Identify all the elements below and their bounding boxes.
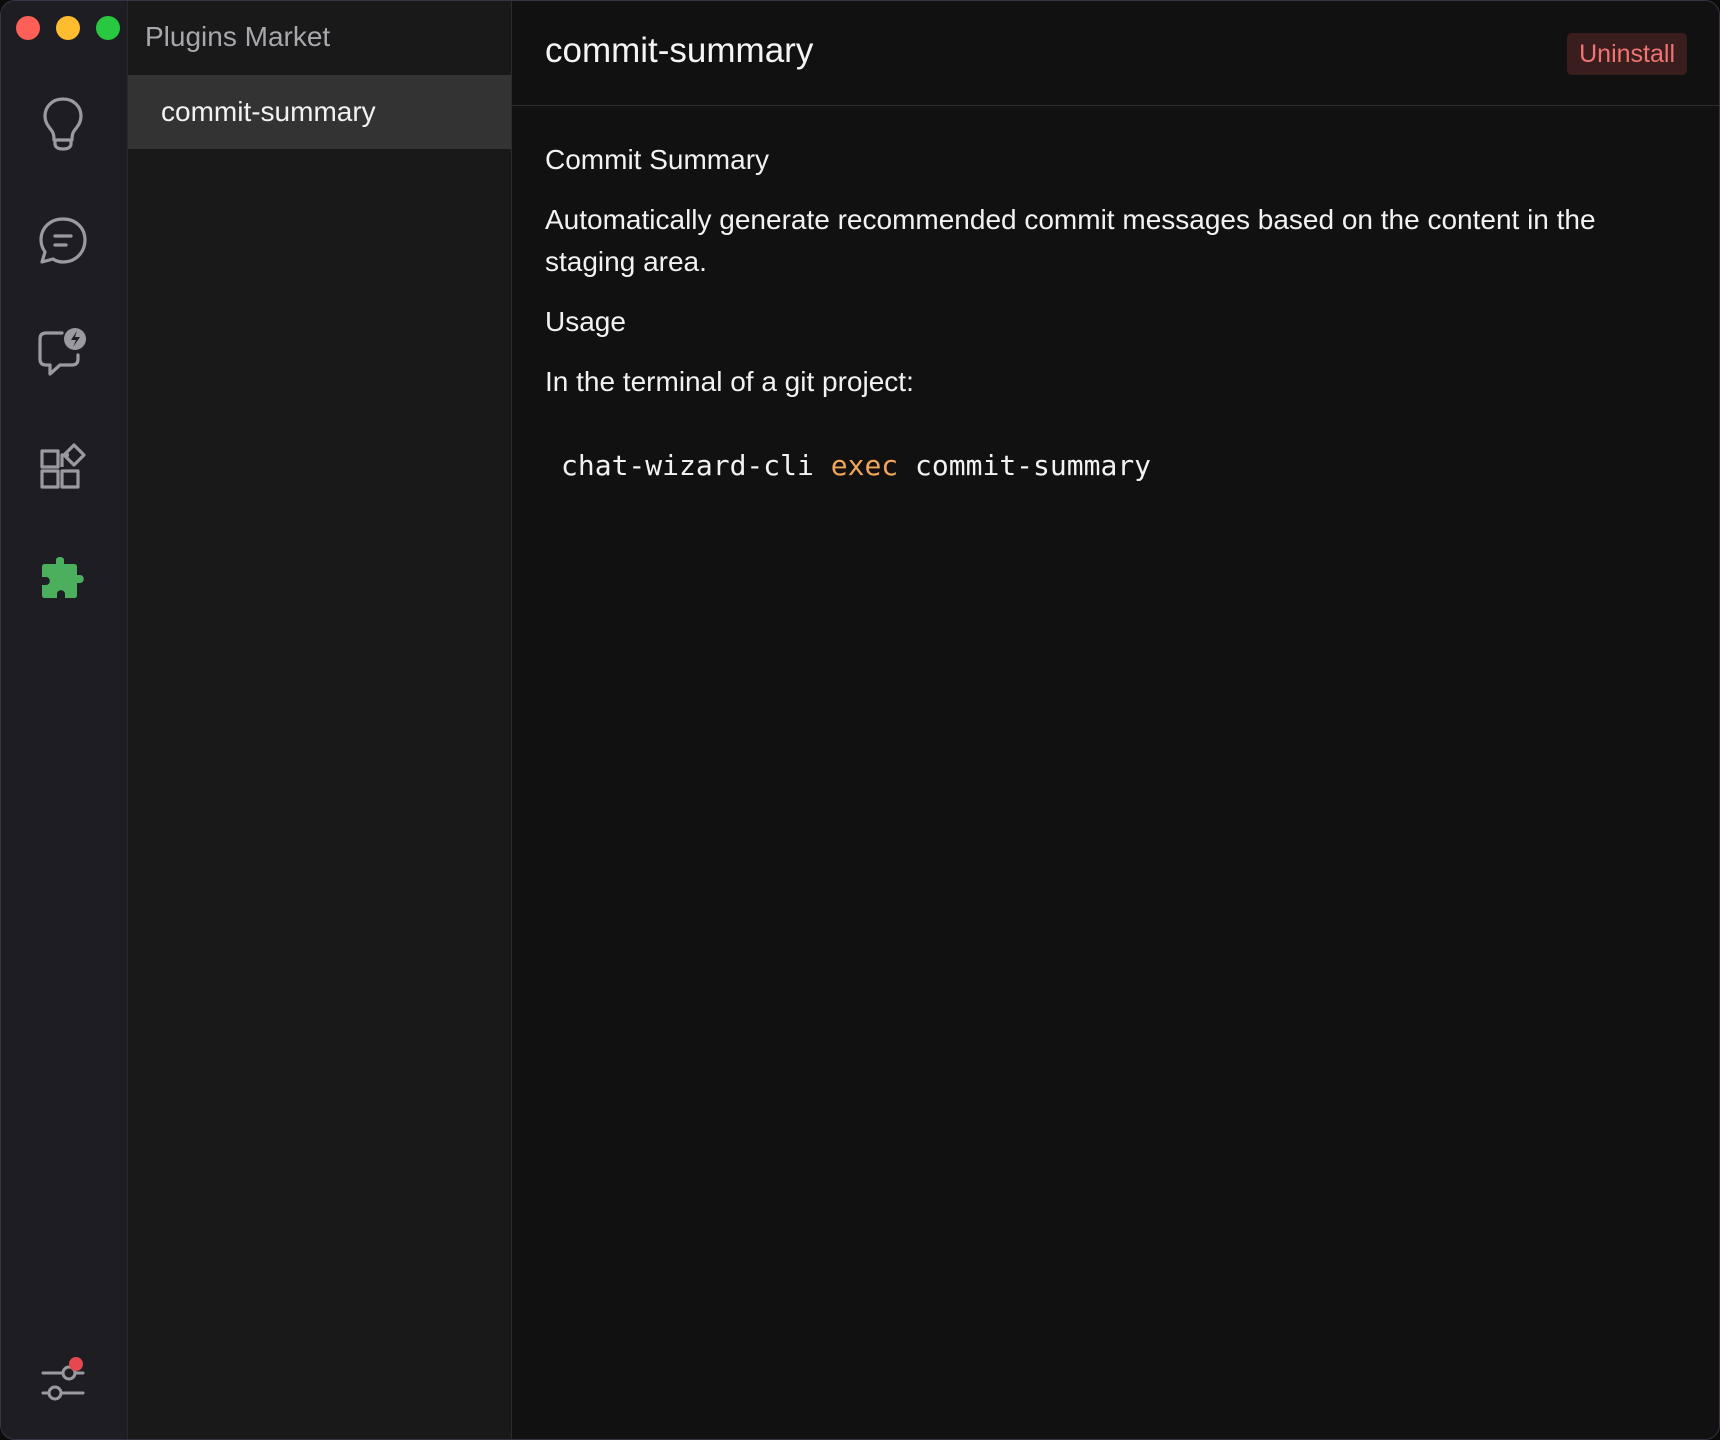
plugin-readme: Commit Summary Automatically generate re… [545,141,1679,482]
plugin-detail-header: commit-summary Uninstall [512,1,1719,106]
lightbulb-icon [40,96,86,152]
chat-bubble-icon [37,215,89,267]
readme-description: Automatically generate recommended commi… [545,204,1596,277]
widgets-icon [38,441,88,491]
chat-bolt-icon [36,325,90,379]
zoom-window-button[interactable] [96,16,120,40]
readme-heading: Commit Summary [545,144,770,175]
puzzle-icon [38,554,88,604]
close-window-button[interactable] [16,16,40,40]
code-argument: commit-summary [915,449,1152,482]
app-window: Plugins Market commit-summary commit-sum… [1,1,1719,1439]
activity-widgets-button[interactable] [34,437,92,495]
uninstall-button[interactable]: Uninstall [1567,33,1687,75]
settings-sliders-icon [39,1357,87,1404]
usage-code-block: chat-wizard-cli exec commit-summary [545,449,1679,482]
plugins-panel: Plugins Market commit-summary [128,1,512,1439]
plugin-list-item-commit-summary[interactable]: commit-summary [128,75,511,149]
usage-heading: Usage [545,306,626,337]
activity-plugins-button[interactable] [34,550,92,608]
activity-ideas-button[interactable] [34,95,92,153]
notification-badge [69,1357,83,1371]
plugin-title: commit-summary [545,31,814,70]
code-keyword: exec [830,449,899,482]
usage-text: In the terminal of a git project: [545,366,914,397]
activity-chat-button[interactable] [34,212,92,270]
code-command: chat-wizard-cli [561,449,814,482]
settings-button[interactable] [34,1353,92,1411]
minimize-window-button[interactable] [56,16,80,40]
activity-quick-chat-button[interactable] [34,323,92,381]
plugins-panel-title: Plugins Market [145,21,331,52]
plugin-detail: commit-summary Uninstall Commit Summary … [512,1,1719,1439]
activity-bar [1,1,128,1439]
